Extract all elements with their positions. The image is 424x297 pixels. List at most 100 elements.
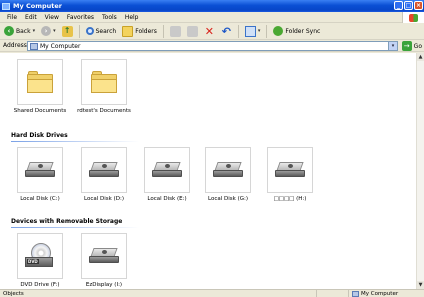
folder-icon: [91, 71, 117, 93]
address-input[interactable]: My Computer ▾: [27, 41, 398, 51]
back-button[interactable]: ‹ Back ▾: [2, 24, 37, 38]
folder-tile[interactable]: [81, 59, 127, 105]
windows-flag-icon: [409, 13, 418, 22]
folder-icon: [27, 71, 53, 93]
up-button[interactable]: ↑: [60, 24, 75, 38]
address-bar: Address My Computer ▾ → Go: [0, 40, 424, 52]
folder-sync-button[interactable]: Folder Sync: [271, 24, 322, 38]
drive-label[interactable]: Local Disk (C:): [8, 196, 72, 202]
dvd-badge: DVD: [27, 259, 39, 264]
toolbar-divider: [237, 24, 239, 38]
drive-label[interactable]: Local Disk (D:): [72, 196, 136, 202]
folder-label[interactable]: Shared Documents: [8, 108, 72, 114]
drive-item[interactable]: Local Disk (D:): [72, 147, 136, 202]
close-button[interactable]: ×: [414, 1, 423, 10]
menu-help[interactable]: Help: [121, 14, 143, 21]
views-button[interactable]: ▾: [243, 24, 263, 38]
folder-up-icon: ↑: [61, 25, 73, 37]
address-label: Address: [3, 42, 27, 49]
delete-x-icon: ✕: [204, 24, 215, 38]
toolbar-divider: [78, 24, 80, 38]
drive-label[interactable]: □□□□ (H:): [258, 196, 322, 202]
copy-to-button[interactable]: [185, 24, 200, 38]
removable-label[interactable]: DVD Drive (F:): [8, 282, 72, 288]
drive-item[interactable]: Local Disk (E:): [135, 147, 199, 202]
my-computer-icon: [352, 291, 359, 297]
window-controls: _ □ ×: [394, 1, 423, 10]
status-segment: [316, 289, 346, 297]
removable-tile[interactable]: DVD: [17, 233, 63, 279]
menu-bar: File Edit View Favorites Tools Help: [0, 12, 424, 23]
undo-button[interactable]: ↶: [219, 24, 234, 38]
forward-arrow-icon: ›: [41, 26, 52, 36]
go-button[interactable]: → Go: [401, 41, 422, 51]
drive-tile[interactable]: [81, 147, 127, 193]
section-heading-hard-disk-drives: Hard Disk Drives: [11, 132, 68, 139]
folder-label[interactable]: rdtest's Documents: [72, 108, 136, 114]
drive-tile[interactable]: [267, 147, 313, 193]
title-bar: My Computer _ □ ×: [0, 0, 424, 12]
status-location: My Computer: [348, 290, 424, 297]
status-bar: Objects My Computer: [0, 289, 424, 297]
address-dropdown-button[interactable]: ▾: [388, 42, 397, 50]
folders-label: Folders: [135, 27, 157, 35]
vertical-scrollbar[interactable]: ▲ ▼: [416, 53, 424, 289]
chevron-down-icon[interactable]: ▾: [258, 28, 261, 34]
folder-item[interactable]: rdtest's Documents: [72, 59, 136, 114]
status-location-label: My Computer: [361, 291, 399, 297]
menu-tools[interactable]: Tools: [98, 14, 121, 21]
folders-icon: [122, 25, 134, 37]
go-label: Go: [413, 42, 422, 50]
minimize-button[interactable]: _: [394, 1, 403, 10]
menu-view[interactable]: View: [41, 14, 63, 21]
undo-icon: ↶: [221, 24, 232, 38]
copy-to-icon: [186, 25, 198, 37]
drive-item[interactable]: Local Disk (C:): [8, 147, 72, 202]
hard-disk-icon: [89, 162, 119, 178]
section-divider: [11, 141, 139, 142]
scroll-up-button[interactable]: ▲: [417, 53, 424, 61]
hard-disk-icon: [152, 162, 182, 178]
drive-item[interactable]: Local Disk (G:): [196, 147, 260, 202]
drive-label[interactable]: Local Disk (G:): [196, 196, 260, 202]
dvd-drive-icon: DVD: [25, 243, 55, 269]
status-objects: Objects: [3, 290, 24, 297]
drive-tile[interactable]: [205, 147, 251, 193]
back-label: Back: [16, 27, 31, 35]
content-pane: Shared Documents rdtest's Documents Hard…: [0, 53, 416, 289]
removable-item[interactable]: EzDisplay (I:): [72, 233, 136, 288]
removable-disk-icon: [89, 248, 119, 264]
maximize-button[interactable]: □: [404, 1, 413, 10]
section-divider: [11, 227, 139, 228]
address-value[interactable]: My Computer: [40, 43, 80, 50]
go-arrow-icon: →: [401, 41, 412, 51]
folders-button[interactable]: Folders: [120, 24, 159, 38]
chevron-down-icon[interactable]: ▾: [53, 28, 56, 34]
scroll-down-button[interactable]: ▼: [417, 281, 424, 289]
toolbar-divider: [162, 24, 164, 38]
hard-disk-icon: [275, 162, 305, 178]
hard-disk-icon: [25, 162, 55, 178]
drive-tile[interactable]: [144, 147, 190, 193]
search-button[interactable]: Search: [84, 24, 119, 38]
menu-favorites[interactable]: Favorites: [63, 14, 98, 21]
removable-item[interactable]: DVD DVD Drive (F:): [8, 233, 72, 288]
drive-item[interactable]: □□□□ (H:): [258, 147, 322, 202]
drive-tile[interactable]: [17, 147, 63, 193]
menu-file[interactable]: File: [3, 14, 21, 21]
move-to-button[interactable]: [168, 24, 183, 38]
menu-edit[interactable]: Edit: [21, 14, 41, 21]
removable-label[interactable]: EzDisplay (I:): [72, 282, 136, 288]
delete-button[interactable]: ✕: [202, 24, 217, 38]
my-computer-icon: [2, 2, 10, 10]
removable-tile[interactable]: [81, 233, 127, 279]
forward-button[interactable]: › ▾: [39, 24, 58, 38]
folder-tile[interactable]: [17, 59, 63, 105]
chevron-down-icon[interactable]: ▾: [33, 28, 36, 34]
windows-logo: [402, 12, 424, 23]
folder-item[interactable]: Shared Documents: [8, 59, 72, 114]
window-title: My Computer: [13, 2, 62, 10]
folder-sync-icon: [273, 26, 284, 36]
toolbar: ‹ Back ▾ › ▾ ↑ Search Folders ✕ ↶ ▾ Fold…: [0, 23, 424, 40]
drive-label[interactable]: Local Disk (E:): [135, 196, 199, 202]
